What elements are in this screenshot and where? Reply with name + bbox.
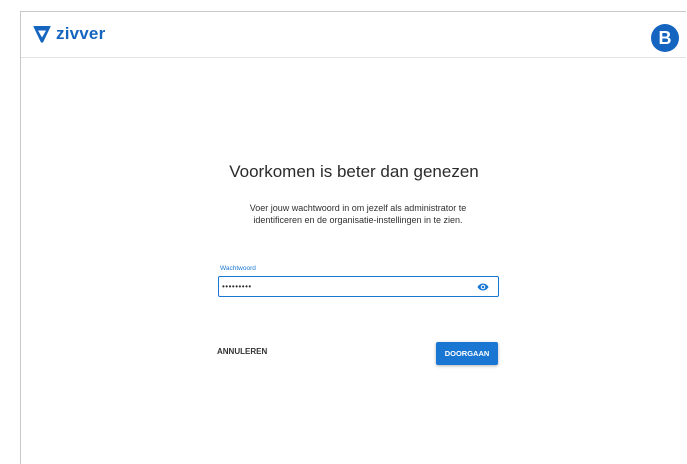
password-field[interactable]: [218, 276, 499, 297]
logo-text: zivver: [56, 24, 106, 43]
app-window: zivver B Voorkomen is beter dan genezen …: [20, 11, 686, 464]
page-title: Voorkomen is beter dan genezen: [229, 162, 479, 181]
page-description: Voer jouw wachtwoord in om jezelf als ad…: [249, 203, 467, 225]
top-bar: zivver B: [21, 12, 686, 58]
user-avatar[interactable]: B: [651, 24, 679, 52]
password-label: Wachtwoord: [220, 265, 256, 272]
zivver-logo-icon: [33, 26, 51, 43]
confirm-button[interactable]: DOORGAAN: [436, 342, 498, 365]
cancel-button[interactable]: ANNULEREN: [217, 347, 267, 356]
zivver-logo[interactable]: zivver: [31, 22, 105, 46]
eye-icon[interactable]: [476, 281, 490, 293]
password-input[interactable]: [222, 279, 462, 294]
